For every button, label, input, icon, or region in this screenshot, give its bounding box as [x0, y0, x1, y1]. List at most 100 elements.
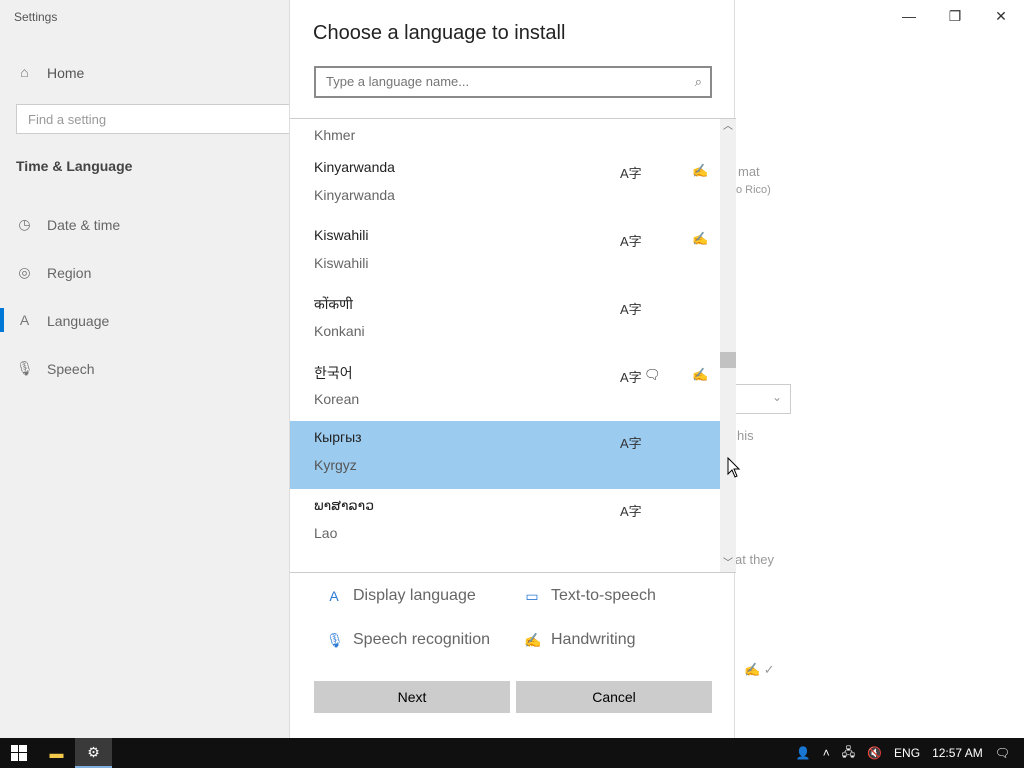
taskbar: ▬ ⚙ 👤 ˄ 🖧 🔇 ENG 12:57 AM 🗨	[0, 738, 1024, 768]
chevron-down-icon: ⌄	[771, 390, 782, 404]
legend-handwriting: ✍ Handwriting	[524, 631, 635, 649]
nav-item-language[interactable]: A Language	[0, 308, 110, 332]
language-search-box[interactable]: ⌕	[314, 66, 712, 98]
bg-text-region: o Rico)	[736, 184, 771, 196]
lang-native-name: Kinyarwanda	[314, 159, 395, 175]
nav-home-label: Home	[47, 64, 85, 81]
volume-muted-icon[interactable]: 🔇	[867, 746, 882, 760]
language-list[interactable]: Khmer Kinyarwanda Kinyarwanda A字 ✍ Kiswa…	[290, 119, 720, 572]
mouse-cursor-icon	[727, 457, 741, 478]
start-button[interactable]	[0, 738, 37, 768]
list-item[interactable]: Kiswahili Kiswahili A字 ✍	[290, 219, 720, 287]
minimize-button[interactable]: —	[886, 0, 932, 32]
calendar-clock-icon: ◷	[18, 216, 31, 232]
clock[interactable]: 12:57 AM	[932, 746, 983, 760]
lang-english-name: Kyrgyz	[314, 457, 357, 473]
lang-native-name: Kiswahili	[314, 227, 369, 243]
legend-label: Text-to-speech	[551, 587, 656, 604]
bg-text-this: his	[737, 428, 754, 443]
handwriting-icon: ✍ ✓	[744, 662, 775, 677]
close-button[interactable]: ✕	[978, 0, 1024, 32]
folder-icon: ▬	[49, 745, 64, 761]
gear-icon: ⚙	[87, 743, 100, 760]
maximize-button[interactable]: ❐	[932, 0, 978, 32]
nav-item-label: Region	[47, 264, 92, 281]
bg-text-they: at they	[735, 552, 775, 567]
language-icon: A	[19, 312, 30, 328]
lang-english-name: Kinyarwanda	[314, 187, 395, 203]
settings-taskbar-button[interactable]: ⚙	[75, 738, 112, 768]
nav-item-speech[interactable]: 🎙 Speech	[16, 360, 94, 377]
nav-item-date-time[interactable]: ◷ Date & time	[16, 216, 120, 233]
lang-native-name: Khmer	[314, 127, 356, 143]
nav-item-label: Language	[47, 312, 110, 329]
scroll-thumb[interactable]	[720, 352, 736, 368]
file-explorer-button[interactable]: ▬	[38, 738, 75, 768]
text-to-speech-icon: 🗨	[644, 367, 661, 382]
list-item-selected[interactable]: Кыргыз Kyrgyz A字	[290, 421, 720, 489]
nav-home[interactable]: ⌂ Home	[16, 64, 84, 81]
legend-text-to-speech: ▭ Text-to-speech	[524, 587, 656, 605]
next-button[interactable]: Next	[314, 681, 510, 713]
chevron-down-icon[interactable]: ﹀	[720, 556, 736, 572]
display-language-icon: A字	[620, 302, 642, 317]
lang-english-name: Kiswahili	[314, 255, 369, 271]
lang-native-name: 한국어	[314, 365, 353, 381]
input-language[interactable]: ENG	[894, 746, 920, 760]
list-item[interactable]: ພາສາລາວ Lao A字	[290, 489, 720, 557]
list-item[interactable]: Kinyarwanda Kinyarwanda A字 ✍	[290, 151, 720, 219]
display-language-icon: A字	[620, 370, 642, 385]
lang-english-name: Lao	[314, 525, 338, 541]
lang-english-name: Korean	[314, 391, 360, 407]
dialog-title: Choose a language to install	[313, 22, 566, 44]
search-icon[interactable]: ⌕	[695, 74, 702, 90]
nav-item-label: Date & time	[47, 216, 121, 233]
chevron-up-icon[interactable]: ˄	[823, 746, 830, 760]
display-language-icon: A字	[620, 166, 642, 181]
globe-icon: ◎	[18, 264, 31, 280]
home-icon: ⌂	[20, 64, 29, 80]
display-language-icon: A字	[620, 504, 642, 519]
display-language-icon: A字	[620, 436, 642, 451]
windows-logo-icon	[10, 745, 27, 761]
bg-text-format: mat	[738, 164, 760, 179]
find-setting-input[interactable]: Find a setting	[16, 104, 306, 134]
scrollbar[interactable]: ︿ ﹀	[720, 119, 736, 572]
lang-english-name: Konkani	[314, 323, 365, 339]
system-tray: 👤 ˄ 🖧 🔇 ENG 12:57 AM 🗨	[790, 738, 1024, 768]
legend-display-language: A Display language	[326, 587, 476, 605]
bg-dropdown: ⌄	[735, 384, 791, 414]
legend-label: Handwriting	[551, 631, 636, 648]
choose-language-dialog: Choose a language to install ⌕ Khmer Kin…	[289, 0, 736, 738]
lang-native-name: Кыргыз	[314, 429, 362, 445]
nav-item-region[interactable]: ◎ Region	[16, 264, 91, 281]
list-item[interactable]: 한국어 Korean A字 🗨 ✍	[290, 355, 720, 423]
display-language-icon: A	[329, 588, 339, 604]
cancel-button[interactable]: Cancel	[516, 681, 712, 713]
language-search-input[interactable]	[316, 68, 686, 94]
handwriting-icon: ✍	[692, 163, 709, 178]
microphone-icon: 🎙	[16, 360, 34, 376]
microphone-icon: 🎙	[326, 632, 344, 648]
handwriting-icon: ✍	[692, 231, 709, 246]
legend-speech-recognition: 🎙 Speech recognition	[326, 631, 490, 649]
text-to-speech-icon: ▭	[525, 588, 539, 604]
lang-native-name: ພາສາລາວ	[314, 497, 375, 513]
feature-legend: A Display language ▭ Text-to-speech 🎙 Sp…	[290, 573, 736, 673]
app-title: Settings	[14, 10, 58, 24]
handwriting-icon: ✍	[524, 632, 542, 648]
legend-label: Speech recognition	[353, 631, 490, 648]
handwriting-icon: ✍	[692, 367, 709, 382]
people-icon[interactable]: 👤	[796, 746, 811, 760]
network-icon[interactable]: 🖧	[842, 743, 855, 764]
chevron-up-icon[interactable]: ︿	[720, 119, 736, 135]
legend-label: Display language	[353, 587, 476, 604]
window-controls: — ❐ ✕	[886, 0, 1024, 32]
display-language-icon: A字	[620, 234, 642, 249]
list-item[interactable]: कोंकणी Konkani A字	[290, 287, 720, 355]
nav-item-label: Speech	[47, 360, 95, 377]
action-center-icon[interactable]: 🗨	[995, 746, 1010, 760]
section-title: Time & Language	[16, 158, 133, 174]
settings-sidebar: Settings ⌂ Home Find a setting Time & La…	[0, 0, 306, 738]
lang-native-name: कोंकणी	[314, 296, 353, 312]
